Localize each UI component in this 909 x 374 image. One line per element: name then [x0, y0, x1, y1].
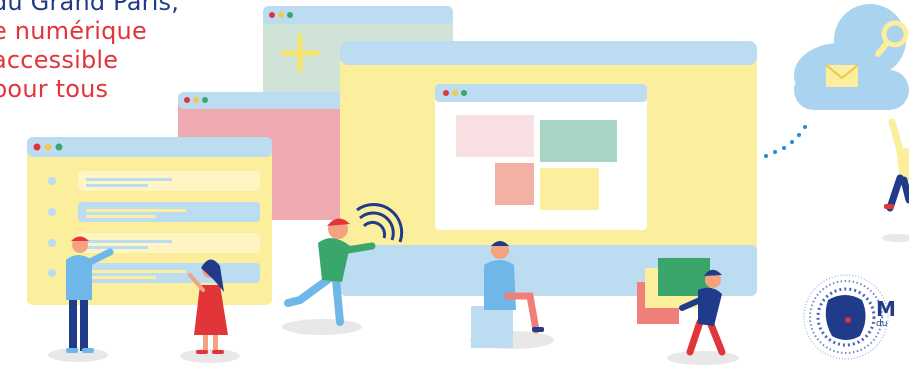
tagline-line-4: pour tous [0, 75, 109, 103]
logo-text: M du [876, 299, 896, 329]
mail-icon [825, 64, 859, 87]
dotted-connection [764, 125, 807, 158]
tagline-line-2: e numérique [0, 17, 147, 45]
person-far-right [884, 118, 909, 212]
logo-initial: M [876, 297, 896, 321]
window-main-monitor [340, 41, 757, 296]
cloud-icon [794, 4, 909, 110]
tagline: du Grand Paris, e numérique accessible p… [0, 0, 179, 104]
window-list [27, 137, 272, 305]
tagline-line-3: accessible [0, 46, 119, 74]
tagline-line-1: du Grand Paris, [0, 0, 180, 16]
